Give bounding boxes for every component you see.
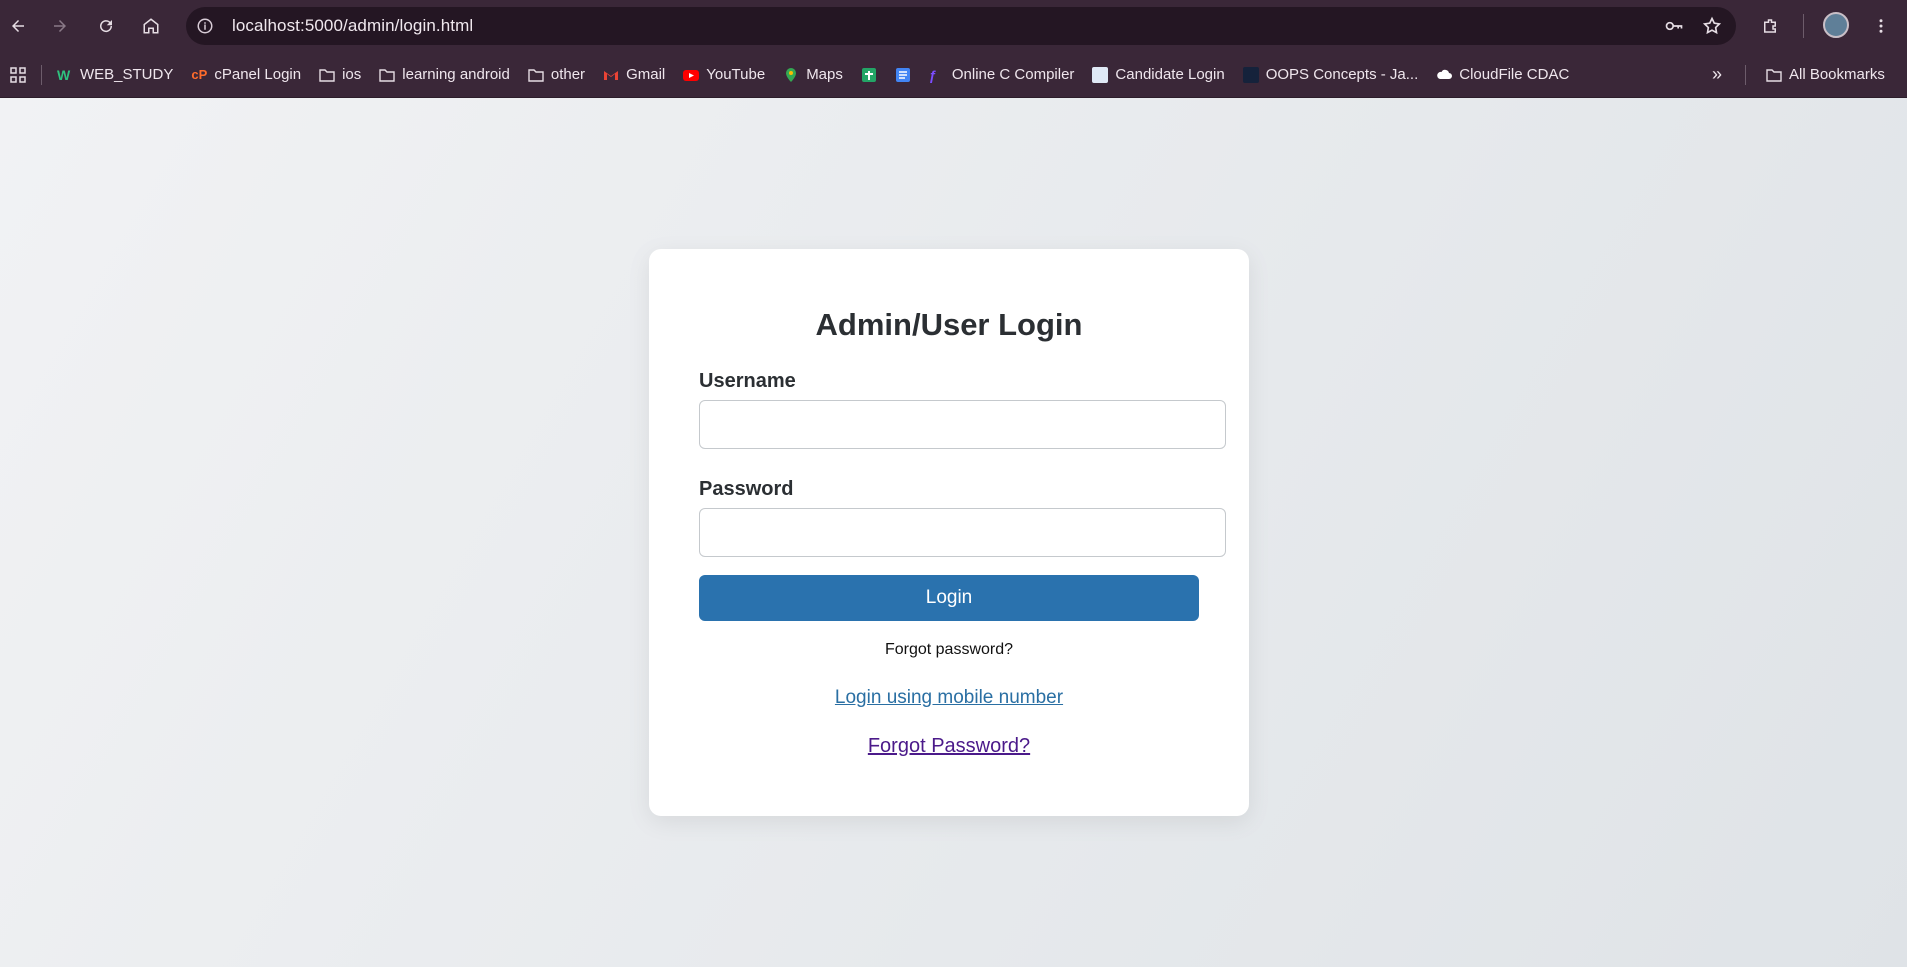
toolbar-divider [1803,14,1804,38]
bookmark-youtube[interactable]: YouTube [674,59,774,91]
bookmark-docs[interactable] [886,59,920,91]
bookmark-label: OOPS Concepts - Ja... [1265,66,1419,83]
bookmark-candidate-login[interactable]: Candidate Login [1083,59,1233,91]
bookmark-star-icon[interactable] [1702,16,1722,36]
bookmark-cloudfile-cdac[interactable]: CloudFile CDAC [1427,59,1578,91]
bookmark-label: Candidate Login [1115,66,1225,83]
candidate-icon [1092,66,1109,83]
maps-icon [786,67,797,82]
cloud-icon [1437,69,1453,79]
arrow-left-icon [12,20,24,32]
url-text: localhost:5000/admin/login.html [232,16,474,35]
login-button[interactable]: Login [699,575,1199,621]
username-label: Username [699,370,796,392]
site-info-icon[interactable] [192,13,218,39]
gmail-icon [604,70,619,80]
bookmark-cpanel[interactable]: cP cPanel Login [182,59,310,91]
folder-icon [379,68,395,82]
forgot-password-link[interactable]: Forgot Password? [649,735,1249,758]
folder-icon [1766,68,1782,82]
bookmark-label: WEB_STUDY [80,66,174,83]
reload-button[interactable] [88,8,124,44]
compiler-icon: ƒ [928,66,937,83]
password-label: Password [699,478,794,500]
bookmark-label: Gmail [626,66,666,83]
w-logo-icon: W [57,66,71,83]
bookmark-gmail[interactable]: Gmail [594,59,674,91]
bookmark-label: CloudFile CDAC [1459,66,1570,83]
bookmark-label: Online C Compiler [951,66,1075,83]
address-bar[interactable]: localhost:5000/admin/login.html [186,7,1736,45]
folder-icon [319,68,335,82]
bookmark-oops-concepts[interactable]: OOPS Concepts - Ja... [1234,59,1428,91]
bookmark-label: ios [342,66,362,83]
youtube-icon [683,69,700,81]
sheets-icon [861,67,876,82]
bookmarks-bar: W WEB_STUDY cP cPanel Login ios learning… [0,52,1907,98]
page-title: Admin/User Login [815,307,1083,342]
puzzle-icon [1764,19,1776,33]
username-input[interactable] [699,400,1226,449]
bookmark-label: cPanel Login [214,66,302,83]
bookmark-label: Maps [806,66,843,83]
password-key-icon[interactable] [1664,16,1684,36]
chevron-double-right-icon: » [1712,64,1723,84]
browser-toolbar: localhost:5000/admin/login.html [0,0,1907,52]
login-card: Admin/User Login Username Password Login… [649,249,1249,816]
profile-avatar[interactable] [1823,12,1849,38]
oops-icon [1242,66,1259,83]
all-bookmarks-label: All Bookmarks [1789,66,1885,83]
forward-button[interactable] [42,8,78,44]
bookmark-folder-ios[interactable]: ios [310,59,370,91]
bookmark-maps[interactable]: Maps [774,59,852,91]
bookmark-sheets[interactable] [852,59,886,91]
bookmark-label: YouTube [706,66,766,83]
bookmark-folder-learning-android[interactable]: learning android [370,59,519,91]
more-bookmarks-button[interactable]: » [1703,59,1731,91]
bookmark-label: learning android [402,66,510,83]
apps-button[interactable] [0,59,35,91]
back-button[interactable] [0,8,36,44]
bookmarks-divider [1745,65,1746,85]
docs-icon [895,67,910,82]
reload-icon [100,20,113,33]
menu-button[interactable] [1863,8,1899,44]
bookmarks-divider [41,64,42,85]
kebab-menu-icon [1879,19,1883,33]
bookmark-online-c-compiler[interactable]: ƒ Online C Compiler [920,59,1084,91]
bookmark-label: other [550,66,586,83]
bookmark-web-study[interactable]: W WEB_STUDY [48,59,182,91]
forgot-password-text[interactable]: Forgot password? [649,641,1249,659]
page-content: Admin/User Login Username Password Login… [0,98,1907,967]
folder-icon [528,68,544,82]
apps-grid-icon [10,66,26,83]
login-mobile-link[interactable]: Login using mobile number [649,687,1249,709]
home-icon [143,18,159,34]
cpanel-icon: cP [191,66,208,82]
password-input[interactable] [699,508,1226,557]
all-bookmarks-button[interactable]: All Bookmarks [1757,59,1894,91]
arrow-right-icon [54,20,66,32]
home-button[interactable] [133,8,169,44]
extensions-button[interactable] [1752,8,1788,44]
bookmark-folder-other[interactable]: other [519,59,594,91]
